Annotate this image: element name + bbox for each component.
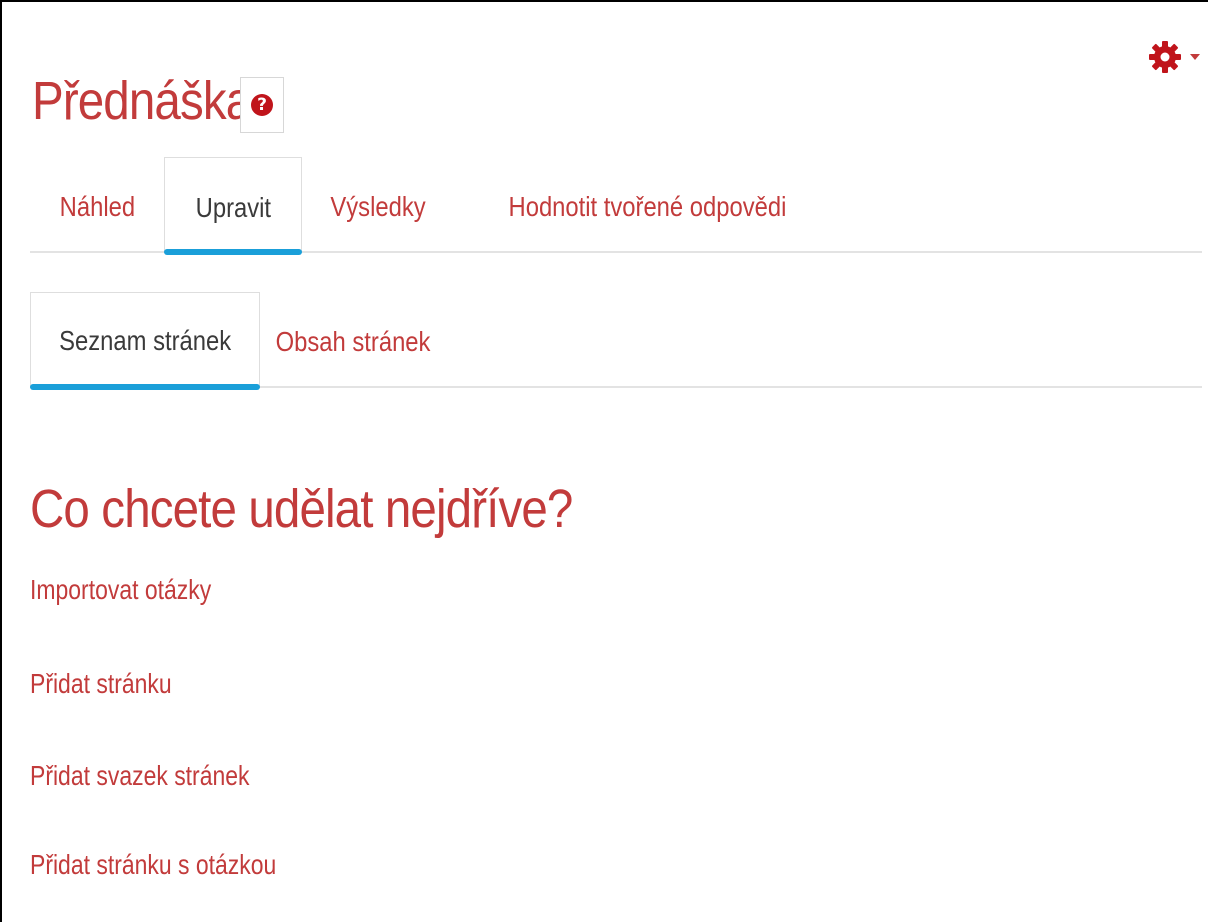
question-circle-icon: ? bbox=[251, 94, 273, 116]
chevron-down-icon bbox=[1190, 54, 1200, 60]
add-page-link[interactable]: Přidat stránku bbox=[30, 666, 172, 702]
tab-seznam-stranek[interactable]: Seznam stránek bbox=[30, 292, 260, 390]
gear-icon bbox=[1149, 41, 1181, 73]
main-tabs: Náhled Upravit Výsledky Hodnotit tvořené… bbox=[30, 157, 1202, 255]
tab-label: Upravit bbox=[195, 191, 271, 223]
help-button[interactable]: ? bbox=[240, 77, 284, 133]
tab-upravit[interactable]: Upravit bbox=[164, 157, 302, 255]
tab-label: Seznam stránek bbox=[59, 324, 231, 356]
tab-label: Hodnotit tvořené odpovědi bbox=[508, 191, 787, 222]
tab-hodnotit[interactable]: Hodnotit tvořené odpovědi bbox=[454, 157, 837, 253]
settings-menu-button[interactable] bbox=[1148, 40, 1200, 74]
page-frame: Přednáška ? Náhled Upravit Výsledky Hodn… bbox=[0, 0, 1208, 922]
tab-label: Výsledky bbox=[330, 191, 426, 222]
tab-obsah-stranek[interactable]: Obsah stránek bbox=[260, 292, 446, 388]
sub-tabs: Seznam stránek Obsah stránek bbox=[30, 292, 1202, 390]
tab-vysledky[interactable]: Výsledky bbox=[302, 157, 454, 253]
tab-label: Obsah stránek bbox=[275, 326, 431, 357]
add-cluster-link[interactable]: Přidat svazek stránek bbox=[30, 758, 249, 794]
add-question-page-link[interactable]: Přidat stránku s otázkou bbox=[30, 847, 276, 883]
tab-nahled[interactable]: Náhled bbox=[30, 157, 164, 253]
section-heading: Co chcete udělat nejdříve? bbox=[30, 479, 573, 539]
page-title: Přednáška bbox=[32, 71, 252, 131]
import-questions-link[interactable]: Importovat otázky bbox=[30, 572, 211, 608]
tab-label: Náhled bbox=[59, 191, 135, 222]
